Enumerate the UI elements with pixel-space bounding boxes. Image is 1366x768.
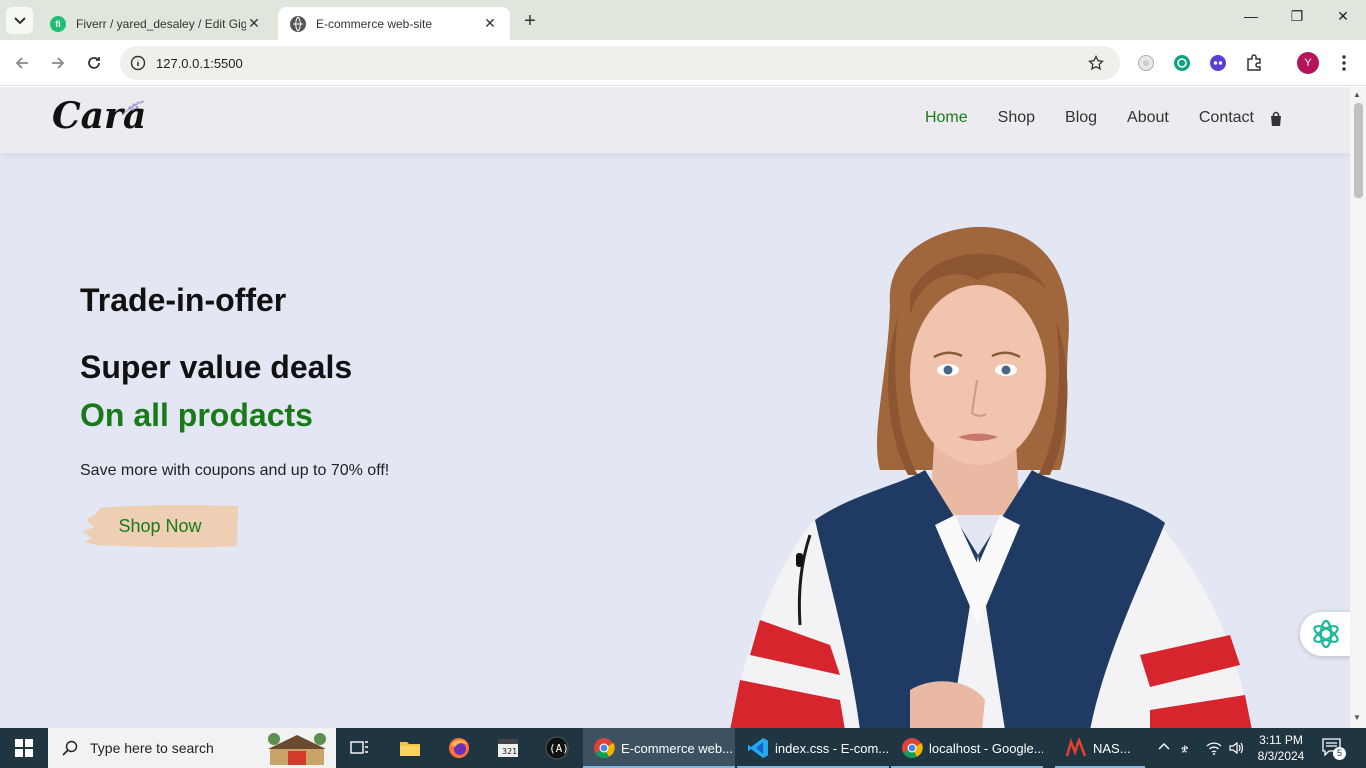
shop-now-button[interactable]: Shop Now [82,502,238,550]
clock-time: 3:11 PM [1259,733,1303,747]
reload-button[interactable] [83,52,105,74]
menu-kebab-icon[interactable] [1333,52,1355,74]
chatgpt-icon[interactable] [1171,52,1193,74]
tab-search-button[interactable] [6,7,33,34]
tab-strip: fi Fiverr / yared_desaley / Edit Gig ✕ E… [0,0,1366,40]
arrow-right-icon [52,57,65,69]
close-icon[interactable]: ✕ [246,15,262,32]
start-button[interactable] [0,728,48,768]
ai-assistant-icon [1313,619,1339,649]
wifi-icon[interactable] [1205,740,1223,759]
nav-blog[interactable]: Blog [1065,109,1097,127]
main-nav: Home Shop Blog About Contact [895,109,1254,127]
tab-ecommerce[interactable]: E-commerce web-site ✕ [278,7,510,40]
taskbar-app-label: index.css - E-com... [775,740,889,756]
taskbar-app-vscode[interactable]: index.css - E-com... [737,728,889,768]
tab-fiverr[interactable]: fi Fiverr / yared_desaley / Edit Gig ✕ [38,7,274,40]
taskbar-app-label: NAS... [1093,740,1131,756]
file-explorer-icon[interactable] [398,736,422,760]
svg-text:(A): (A) [549,742,569,755]
shop-now-label: Shop Now [118,515,202,536]
notification-center-button[interactable]: 5 [1322,738,1346,760]
assistant-extension-icon[interactable] [1207,52,1229,74]
tab-title: Fiverr / yared_desaley / Edit Gig [76,16,246,31]
shopping-bag-icon[interactable] [1268,111,1284,127]
system-clock[interactable]: 3:11 PM 8/3/2024 [1246,732,1316,764]
vscode-icon [747,737,769,759]
hero-highlight: On all prodacts [80,397,313,433]
svg-text:321: 321 [502,747,517,756]
svg-text:ቋ: ቋ [1181,742,1188,755]
chrome-icon [593,737,615,759]
scrollbar-thumb[interactable] [1354,103,1363,198]
browser-toolbar: 127.0.0.1:5500 [0,40,1366,86]
url-text[interactable]: 127.0.0.1:5500 [156,56,243,71]
forward-button[interactable] [47,52,69,74]
page-viewport: Cara Home Shop Blog About Contact Trade-… [0,87,1350,728]
puzzle-icon[interactable] [1243,52,1265,74]
restore-button[interactable]: ❐ [1274,8,1320,25]
star-icon[interactable] [1088,55,1104,71]
taskbar-app-nas[interactable]: NAS... [1055,728,1145,768]
close-icon[interactable]: ✕ [482,15,498,32]
clock-date: 8/3/2024 [1257,749,1305,763]
windows-logo-icon [15,739,33,757]
hero-kicker: Trade-in-offer [80,282,287,318]
profile-avatar[interactable]: Y [1297,52,1319,74]
volume-icon[interactable] [1228,740,1246,759]
nav-contact[interactable]: Contact [1199,109,1254,127]
nav-shop[interactable]: Shop [998,109,1035,127]
scroll-up-icon[interactable]: ▲ [1353,90,1361,99]
language-icon[interactable]: ቋ [1181,740,1197,759]
ai-assistant-button[interactable] [1300,612,1350,656]
media-app-icon[interactable]: 321 [496,736,520,760]
taskbar-app-label: localhost - Google... [929,740,1043,756]
code-app-icon[interactable]: (A) [545,736,569,760]
search-highlight-image [268,733,326,765]
globe-icon [290,15,306,32]
firefox-icon[interactable] [447,736,471,760]
search-placeholder: Type here to search [90,740,214,756]
nav-home[interactable]: Home [925,109,968,127]
chevron-up-icon[interactable] [1157,740,1171,757]
page-scrollbar[interactable]: ▲ ▼ [1350,87,1366,728]
reload-icon [88,57,100,69]
new-tab-button[interactable]: + [518,10,542,33]
chrome-icon [901,737,923,759]
notification-badge: 5 [1333,747,1346,760]
extension-icon[interactable] [1135,52,1157,74]
site-info-icon[interactable] [130,55,146,71]
fiverr-icon: fi [50,15,66,32]
lavender-sprig-icon [121,100,145,116]
taskbar-app-label: E-commerce web... [621,740,733,756]
taskbar-app-chrome-localhost[interactable]: localhost - Google... [891,728,1043,768]
task-view-icon[interactable] [348,736,372,760]
back-button[interactable] [11,52,33,74]
hero-description: Save more with coupons and up to 70% off… [80,462,390,479]
search-icon [62,740,78,756]
hero-model-image [730,226,1252,728]
arrow-left-icon [15,57,28,69]
chevron-down-icon [13,16,26,24]
taskbar-app-chrome-ecommerce[interactable]: E-commerce web... [583,728,735,768]
nav-about[interactable]: About [1127,109,1169,127]
app-icon [1065,737,1087,759]
tab-title: E-commerce web-site [316,16,433,31]
close-window-button[interactable]: ✕ [1320,8,1366,25]
address-bar[interactable]: 127.0.0.1:5500 [120,46,1120,80]
taskbar: Type here to search 321 (A) E-commerce w… [0,728,1366,768]
minimize-button[interactable]: — [1228,8,1274,24]
taskbar-search-box[interactable]: Type here to search [48,728,336,768]
scroll-down-icon[interactable]: ▼ [1353,713,1361,722]
site-header: Cara Home Shop Blog About Contact [0,87,1350,153]
site-logo[interactable]: Cara [52,95,146,137]
hero-headline: Super value deals [80,349,353,385]
